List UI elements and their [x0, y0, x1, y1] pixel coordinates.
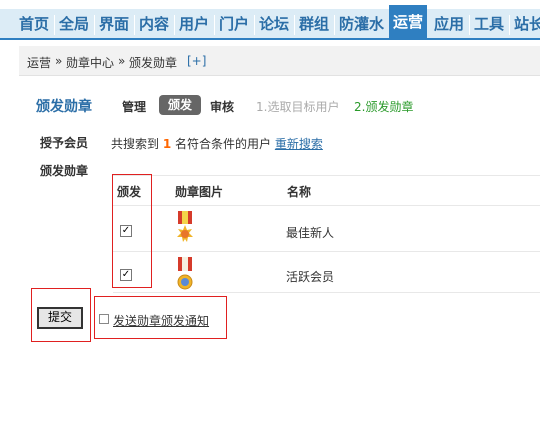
- nav-separator: [174, 15, 175, 35]
- nav-item-groups[interactable]: 群组: [299, 12, 329, 36]
- step-select-users: 1.选取目标用户: [256, 100, 340, 114]
- nav-underline: [0, 38, 540, 40]
- nav-item-content[interactable]: 内容: [139, 12, 169, 36]
- nav-separator: [254, 15, 255, 35]
- nav-item-portal[interactable]: 门户: [219, 12, 249, 36]
- breadcrumb-item-medal-center[interactable]: 勋章中心: [66, 54, 114, 71]
- tab-manage[interactable]: 管理: [122, 98, 146, 115]
- search-count: 1: [162, 137, 172, 151]
- annotation-box-submit: [31, 288, 91, 342]
- search-prefix: 共搜索到: [111, 137, 160, 151]
- medal-name-row2: 活跃会员: [286, 270, 335, 284]
- add-shortcut-button[interactable]: [+]: [187, 54, 206, 68]
- search-suffix: 名符合条件的用户: [175, 137, 272, 151]
- column-header-name: 名称: [287, 185, 312, 199]
- nav-item-home[interactable]: 首页: [19, 12, 49, 36]
- column-header-medal-image: 勋章图片: [175, 185, 224, 199]
- nav-separator: [509, 15, 510, 35]
- nav-separator: [94, 15, 95, 35]
- nav-item-users[interactable]: 用户: [179, 12, 209, 36]
- top-navigation: 首页 全局 界面 内容 用户 门户 论坛 群组 防灌水 运营 应用 工具 站长: [0, 0, 540, 40]
- tab-review[interactable]: 审核: [210, 98, 234, 115]
- nav-item-global[interactable]: 全局: [59, 12, 89, 36]
- medal-star-icon: [177, 257, 193, 290]
- nav-separator: [469, 15, 470, 35]
- table-divider: [113, 175, 540, 176]
- research-link[interactable]: 重新搜索: [275, 137, 323, 151]
- nav-item-forum[interactable]: 论坛: [259, 12, 289, 36]
- nav-item-tools[interactable]: 工具: [474, 12, 504, 36]
- breadcrumb-separator: »: [118, 54, 126, 68]
- medal-name-row1: 最佳新人: [286, 226, 335, 240]
- nav-item-webmaster[interactable]: 站长: [514, 12, 540, 36]
- nav-item-antispam[interactable]: 防灌水: [339, 12, 384, 36]
- table-divider: [113, 292, 540, 293]
- step-award-medal: 2.颁发勋章: [354, 100, 414, 114]
- nav-item-operations[interactable]: 运营: [389, 5, 428, 39]
- nav-item-apps[interactable]: 应用: [434, 12, 464, 36]
- breadcrumb: 运营 » 勋章中心 » 颁发勋章 [+]: [19, 46, 540, 76]
- breadcrumb-item-operations[interactable]: 运营: [27, 54, 51, 71]
- grant-member-label: 授予会员: [40, 136, 89, 150]
- tab-award[interactable]: 颁发: [159, 95, 201, 115]
- medal-sun-icon: [177, 211, 193, 242]
- page-title: 颁发勋章: [36, 99, 92, 115]
- nav-separator: [54, 15, 55, 35]
- table-divider: [113, 251, 540, 252]
- nav-separator: [294, 15, 295, 35]
- annotation-box-award-column: [112, 174, 152, 288]
- annotation-box-notify: [94, 296, 227, 339]
- award-medal-label: 颁发勋章: [40, 164, 89, 178]
- nav-separator: [214, 15, 215, 35]
- nav-separator: [134, 15, 135, 35]
- breadcrumb-separator: »: [55, 54, 63, 68]
- nav-separator: [334, 15, 335, 35]
- search-result-text: 共搜索到 1 名符合条件的用户 重新搜索: [111, 135, 323, 152]
- table-divider: [113, 205, 540, 206]
- nav-item-interface[interactable]: 界面: [99, 12, 129, 36]
- breadcrumb-item-award-medal: 颁发勋章: [129, 56, 178, 70]
